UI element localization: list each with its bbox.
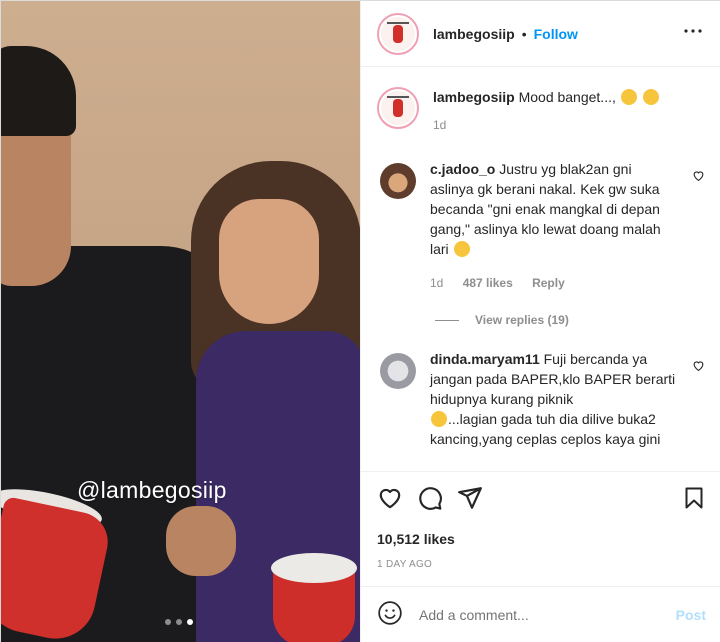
follow-button[interactable]: Follow xyxy=(534,26,578,42)
view-replies-line xyxy=(435,319,459,321)
comment-item: c.jadoo_o Justru yg blak2an gni aslinya … xyxy=(377,159,706,293)
action-icons xyxy=(377,486,706,514)
post-actions: 10,512 likes 1 DAY AGO xyxy=(361,471,720,570)
media-ice-cream-right xyxy=(271,553,357,583)
laughing-emoji-icon xyxy=(431,411,447,427)
commenter-avatar[interactable] xyxy=(380,163,416,199)
comment-likes[interactable]: 487 likes xyxy=(463,276,513,290)
carousel-dot[interactable] xyxy=(165,619,171,625)
comments-list[interactable]: lambegosiip Mood banget..., 1d c.jadoo_o… xyxy=(361,67,720,471)
caption-text: Mood banget..., xyxy=(518,89,616,105)
comment-username[interactable]: c.jadoo_o xyxy=(430,161,495,177)
carousel-indicator xyxy=(165,619,193,625)
view-replies-button[interactable]: View replies (19) xyxy=(435,313,706,327)
media-hand xyxy=(166,506,236,576)
like-heart-icon[interactable] xyxy=(377,485,403,516)
caption-avatar[interactable] xyxy=(377,87,419,129)
author-logo-icon xyxy=(381,91,415,125)
rofl-emoji-icon xyxy=(620,89,637,105)
carousel-dot[interactable] xyxy=(176,619,182,625)
add-comment-bar: Post xyxy=(361,586,720,642)
header-separator: • xyxy=(521,25,527,42)
comment-text-continued: ...lagian gada tuh dia dilive buka2 kanc… xyxy=(430,411,661,447)
carousel-dot-active[interactable] xyxy=(187,619,193,625)
post-sidebar: lambegosiip • Follow lambegosiip Mood ba… xyxy=(360,1,720,642)
commenter-avatar[interactable] xyxy=(380,353,416,389)
caption-time[interactable]: 1d xyxy=(433,118,446,132)
comment-item: dinda.maryam11 Fuji bercanda ya jangan p… xyxy=(377,349,706,449)
media-figure-girl-face xyxy=(219,199,319,324)
laughing-emoji-icon xyxy=(453,241,470,257)
comment-body: dinda.maryam11 Fuji bercanda ya jangan p… xyxy=(430,349,680,449)
view-replies-label[interactable]: View replies (19) xyxy=(475,313,569,327)
more-options-icon[interactable] xyxy=(681,19,705,48)
add-comment-input[interactable] xyxy=(419,607,676,623)
rofl-emoji-icon xyxy=(642,89,659,105)
comment-reply-button[interactable]: Reply xyxy=(532,276,565,290)
comment-like-heart-icon[interactable] xyxy=(692,159,706,293)
emoji-picker-icon[interactable] xyxy=(377,600,403,631)
caption-username[interactable]: lambegosiip xyxy=(433,89,515,105)
caption: lambegosiip Mood banget..., 1d xyxy=(377,87,706,135)
author-avatar[interactable] xyxy=(377,12,419,55)
instagram-post-modal: @lambegosiip lambegosiip • Follow lambeg… xyxy=(0,0,720,642)
author-username[interactable]: lambegosiip xyxy=(433,26,515,42)
media-watermark: @lambegosiip xyxy=(77,477,227,503)
caption-body: lambegosiip Mood banget..., 1d xyxy=(433,87,683,135)
comment-time[interactable]: 1d xyxy=(430,276,443,290)
comment-username[interactable]: dinda.maryam11 xyxy=(430,351,540,367)
save-bookmark-icon[interactable] xyxy=(682,486,706,515)
share-paper-plane-icon[interactable] xyxy=(457,485,483,516)
comment-meta: 1d 487 likes Reply xyxy=(430,273,666,293)
post-date[interactable]: 1 DAY AGO xyxy=(377,559,706,570)
post-media[interactable]: @lambegosiip xyxy=(1,1,360,642)
comment-body: c.jadoo_o Justru yg blak2an gni aslinya … xyxy=(430,159,666,293)
likes-count[interactable]: 10,512 likes xyxy=(377,531,706,547)
post-comment-button[interactable]: Post xyxy=(676,607,706,623)
post-header: lambegosiip • Follow xyxy=(361,1,720,67)
author-logo-icon xyxy=(381,16,415,51)
caption-meta: 1d xyxy=(433,115,683,135)
comment-bubble-icon[interactable] xyxy=(417,485,443,516)
comment-like-heart-icon[interactable] xyxy=(692,349,706,449)
